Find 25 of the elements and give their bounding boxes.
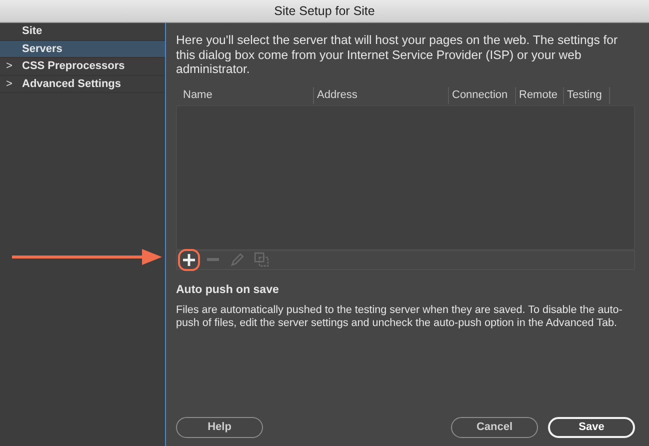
- dialog-button[interactable]: Cancel: [451, 417, 538, 438]
- expand-toggle[interactable]: >: [6, 76, 22, 92]
- section-heading: Auto push on save: [176, 282, 280, 298]
- sidebar-label: Advanced Settings: [22, 76, 122, 92]
- intro-text: Here you'll select the server that will host your pages on the web. The settings for this dialog box come from your Internet Service Provider (ISP) or your web administrator.: [176, 33, 619, 76]
- pencil-icon: [230, 253, 244, 266]
- window-title: Site Setup for Site: [0, 0, 649, 23]
- duplicate-icon: [254, 252, 268, 267]
- column-header[interactable]: Connection: [449, 87, 516, 104]
- sidebar-label: Servers: [22, 42, 62, 56]
- column-header[interactable]: Address: [314, 87, 449, 104]
- plus-icon: [183, 254, 195, 266]
- auto-push-text: Files are automatically pushed to the testing server when they are saved. To disable the auto-push of files, edit the server settings and uncheck the auto-push option in the Advanced Tab.: [176, 304, 624, 330]
- minus-icon: [207, 258, 219, 261]
- column-header[interactable]: Name: [180, 87, 314, 104]
- dialog-button[interactable]: Help: [176, 417, 263, 438]
- sidebar-label: CSS Preprocessors: [22, 59, 125, 74]
- column-header[interactable]: Testing: [564, 87, 610, 104]
- dialog-button[interactable]: Save: [548, 417, 635, 438]
- expand-toggle[interactable]: >: [6, 58, 22, 74]
- sidebar-item[interactable]: > Advanced Settings: [0, 76, 165, 93]
- column-header[interactable]: Remote: [516, 87, 564, 104]
- sidebar-label: Site: [22, 24, 42, 39]
- sidebar-item[interactable]: Servers: [0, 40, 165, 58]
- sidebar-item[interactable]: > CSS Preprocessors: [0, 58, 165, 76]
